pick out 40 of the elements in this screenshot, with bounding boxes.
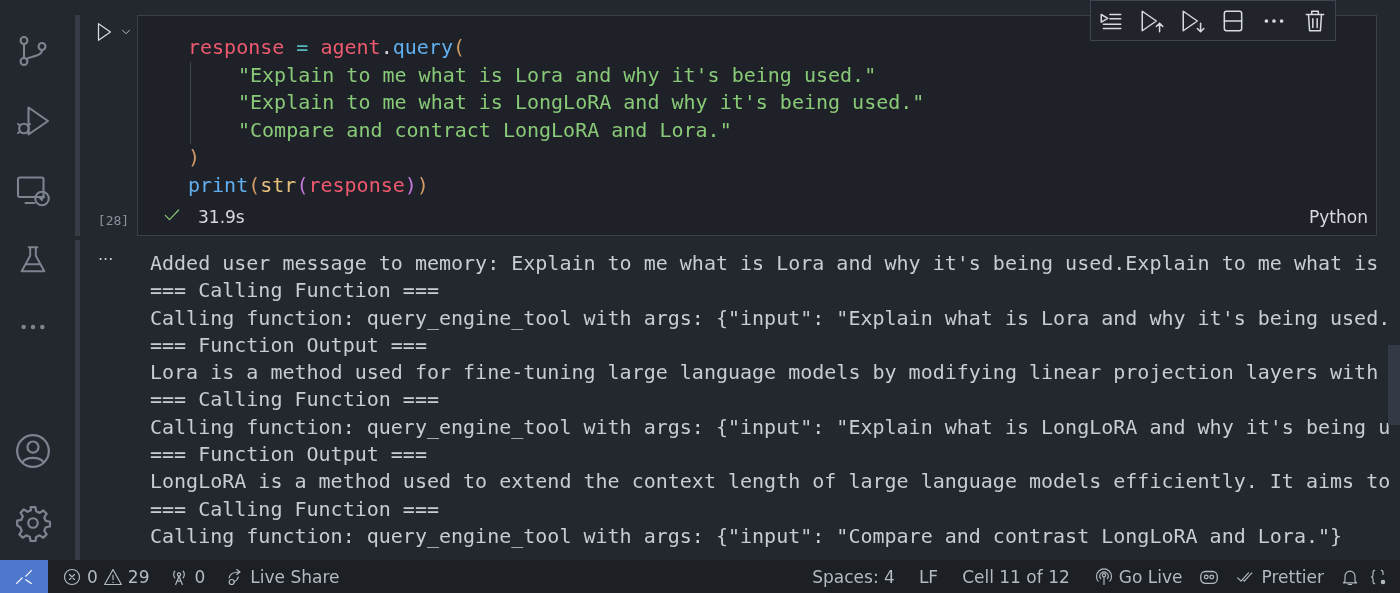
execution-count: [28] bbox=[96, 213, 130, 228]
account-icon[interactable] bbox=[13, 432, 52, 470]
live-share-button[interactable]: Live Share bbox=[217, 566, 348, 587]
output-line: Lora is a method used for fine-tuning large language models by modifying linear projection layers with bbox=[150, 359, 1380, 387]
code-line: response = agent.query( bbox=[188, 34, 465, 61]
output-line: LongLoRA is a method used to extend the context length of large language models efficiently. It aims to bbox=[150, 468, 1391, 496]
remote-explorer-icon[interactable] bbox=[14, 173, 51, 209]
output-more-button[interactable]: ··· bbox=[80, 240, 137, 560]
execution-time: 31.9s bbox=[198, 207, 245, 227]
code-line: "Compare and contract LongLoRA and Lora." bbox=[190, 116, 732, 144]
output-line: Calling function: query_engine_tool with args: {"input": "Explain what is LongLoRA and why it's being u bbox=[150, 413, 1391, 441]
indentation-status[interactable]: Spaces: 4 bbox=[804, 566, 903, 587]
run-debug-icon[interactable] bbox=[14, 103, 51, 139]
output-line: === Function Output === bbox=[150, 331, 428, 359]
warning-icon bbox=[102, 566, 123, 587]
output-line: Added user message to memory: Explain to me what is Lora and why it's being used.Explain to me what is bbox=[150, 250, 1380, 277]
ports-status[interactable]: 0 bbox=[161, 566, 214, 587]
error-count: 0 bbox=[87, 566, 98, 587]
ports-count: 0 bbox=[194, 566, 206, 587]
go-live-button[interactable]: Go Live bbox=[1085, 566, 1191, 587]
output-line: Calling function: query_engine_tool with args: {"input": "Compare and contrast LongLoRA and Lora."} bbox=[150, 522, 1344, 550]
error-icon bbox=[62, 566, 82, 587]
code-cell[interactable] bbox=[137, 15, 1377, 236]
warning-count: 29 bbox=[127, 566, 150, 587]
problems-status[interactable]: 0 29 bbox=[54, 566, 158, 587]
cell-position-status[interactable]: Cell 11 of 12 bbox=[954, 566, 1078, 587]
output-line: === Function Output === bbox=[150, 441, 428, 469]
language-selector[interactable]: Python bbox=[1309, 207, 1368, 227]
output-line: === Calling Function === bbox=[150, 386, 440, 414]
output-line: === Calling Function === bbox=[150, 495, 440, 523]
code-line: ) bbox=[188, 144, 201, 171]
prettier-button[interactable]: Prettier bbox=[1228, 566, 1332, 587]
broadcast-icon bbox=[1093, 566, 1114, 587]
code-line: print(str(response)) bbox=[188, 171, 429, 199]
settings-icon[interactable] bbox=[13, 504, 52, 542]
output-line: Calling function: query_engine_tool with args: {"input": "Explain what is Lora and why it's being used. bbox=[150, 304, 1391, 332]
line-ending-status[interactable]: LF bbox=[910, 566, 947, 587]
output-line: === Calling Function === bbox=[150, 277, 440, 305]
code-line: "Explain to me what is Lora and why it's being used." bbox=[190, 61, 877, 89]
code-line: "Explain to me what is LongLoRA and why it's being used." bbox=[190, 89, 925, 117]
